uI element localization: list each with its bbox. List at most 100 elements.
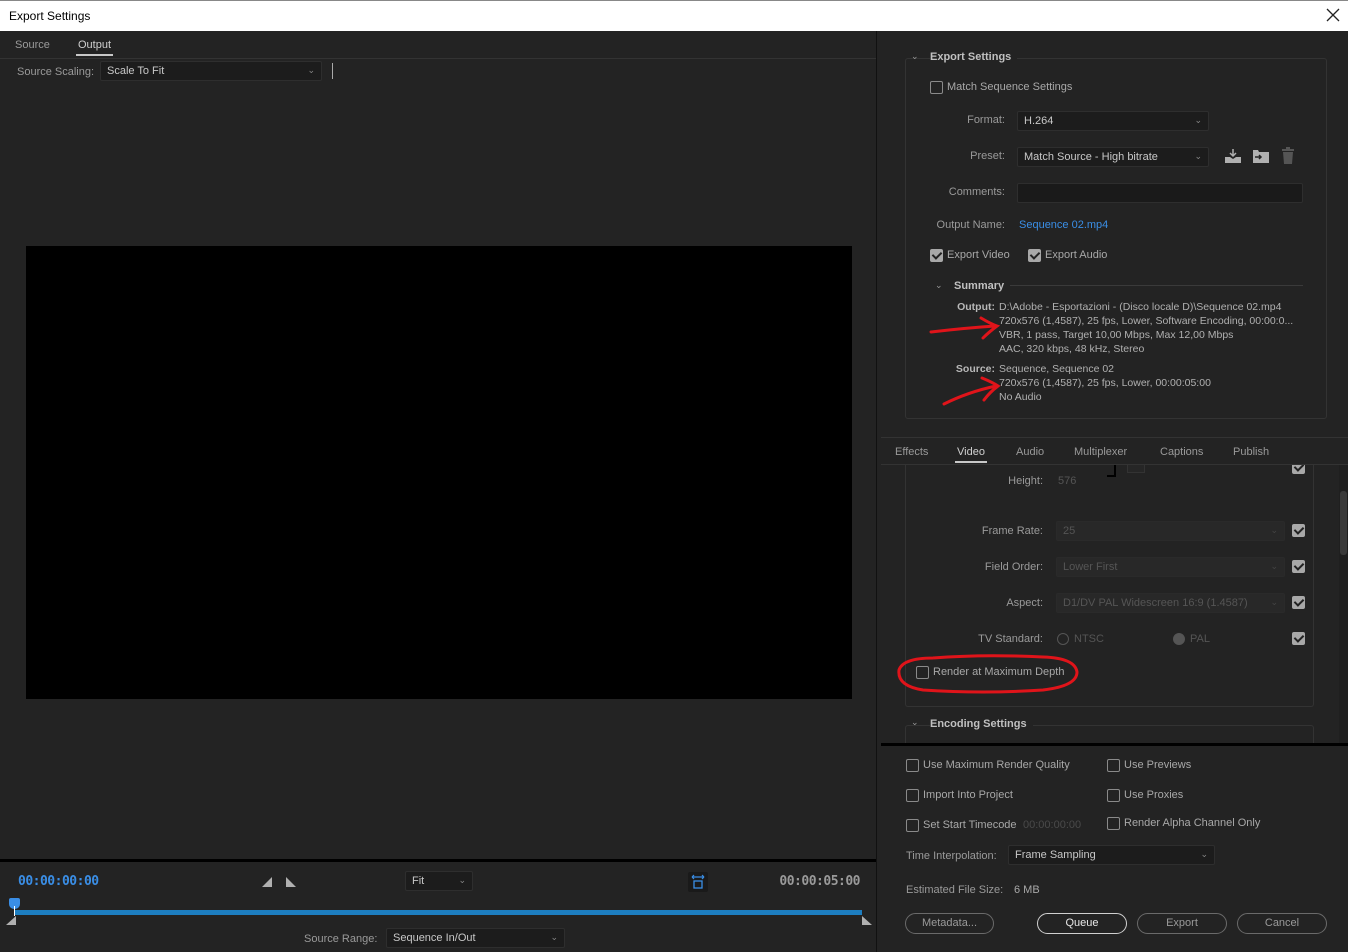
tab-multiplexer[interactable]: Multiplexer (1074, 446, 1127, 458)
time-interpolation-label: Time Interpolation: (906, 850, 997, 862)
time-interpolation-dropdown[interactable]: Frame Sampling ⌄ (1008, 845, 1215, 865)
output-name-link[interactable]: Sequence 02.mp4 (1019, 219, 1108, 231)
export-audio-checkbox[interactable] (1028, 249, 1041, 262)
aspect-value: D1/DV PAL Widescreen 16:9 (1.4587) (1063, 597, 1248, 609)
summary-output-line: 720x576 (1,4587), 25 fps, Lower, Softwar… (999, 315, 1294, 327)
comments-input[interactable] (1017, 183, 1303, 203)
chevron-down-icon: ⌄ (1194, 151, 1202, 161)
summary-divider (1001, 285, 1303, 286)
mark-out-icon[interactable] (286, 877, 296, 887)
link-dimensions-icon[interactable] (1127, 465, 1145, 473)
collapse-chevron-icon[interactable]: ⌄ (911, 51, 919, 62)
tab-effects[interactable]: Effects (895, 446, 928, 458)
source-range-dropdown[interactable]: Sequence In/Out ⌄ (386, 928, 565, 948)
field-order-dropdown[interactable]: Lower First ⌄ (1056, 557, 1285, 577)
zoom-value: Fit (412, 875, 425, 887)
summary-chevron-icon[interactable]: ⌄ (935, 280, 943, 291)
use-proxies-label[interactable]: Use Proxies (1124, 789, 1183, 801)
use-proxies-checkbox[interactable] (1107, 789, 1120, 802)
fit-to-frame-icon[interactable] (688, 872, 708, 892)
tab-captions[interactable]: Captions (1160, 446, 1203, 458)
import-into-project-label[interactable]: Import Into Project (923, 789, 1013, 801)
summary-source-line: Sequence, Sequence 02 (999, 363, 1115, 375)
render-alpha-only-label[interactable]: Render Alpha Channel Only (1124, 817, 1260, 829)
preset-dropdown[interactable]: Match Source - High bitrate ⌄ (1017, 147, 1209, 167)
playhead-line (14, 906, 15, 916)
aspect-auto-checkbox[interactable] (1292, 596, 1305, 609)
tab-audio[interactable]: Audio (1016, 446, 1044, 458)
mark-in-icon[interactable] (262, 877, 272, 887)
aspect-dropdown[interactable]: D1/DV PAL Widescreen 16:9 (1.4587) ⌄ (1056, 593, 1285, 613)
queue-button[interactable]: Queue (1037, 913, 1127, 934)
pal-label[interactable]: PAL (1190, 633, 1210, 645)
chevron-down-icon: ⌄ (1270, 561, 1278, 571)
comments-label: Comments: (948, 186, 1005, 198)
video-scrollbar[interactable] (1339, 465, 1348, 743)
cancel-button[interactable]: Cancel (1237, 913, 1327, 934)
frame-rate-dropdown[interactable]: 25 ⌄ (1056, 521, 1285, 541)
current-timecode[interactable]: 00:00:00:00 (18, 874, 99, 889)
chevron-down-icon: ⌄ (1270, 597, 1278, 607)
tab-publish[interactable]: Publish (1233, 446, 1269, 458)
max-render-quality-checkbox[interactable] (906, 759, 919, 772)
summary-header[interactable]: Summary (954, 280, 1011, 292)
ntsc-label[interactable]: NTSC (1074, 633, 1104, 645)
summary-output-key: Output: (957, 301, 995, 313)
metadata-button[interactable]: Metadata... (905, 913, 994, 934)
timeline-track[interactable] (14, 910, 862, 915)
width-auto-checkbox[interactable] (1292, 465, 1305, 474)
render-alpha-only-checkbox[interactable] (1107, 817, 1120, 830)
summary-source-line: 720x576 (1,4587), 25 fps, Lower, 00:00:0… (999, 377, 1211, 389)
render-max-depth-checkbox[interactable] (916, 666, 929, 679)
match-sequence-label[interactable]: Match Sequence Settings (947, 81, 1072, 93)
output-name-label: Output Name: (936, 219, 1005, 231)
ntsc-radio[interactable] (1057, 633, 1069, 645)
summary-output-line: VBR, 1 pass, Target 10,00 Mbps, Max 12,0… (999, 329, 1234, 341)
preview-panel: Source Output Source Scaling: Scale To F… (0, 31, 877, 952)
source-scaling-dropdown[interactable]: Scale To Fit ⌄ (100, 61, 322, 81)
use-previews-label[interactable]: Use Previews (1124, 759, 1191, 771)
tab-video[interactable]: Video (955, 446, 987, 463)
window-title: Export Settings (9, 9, 91, 23)
text-cursor (332, 63, 333, 79)
export-audio-label[interactable]: Export Audio (1045, 249, 1107, 261)
pal-radio[interactable] (1173, 633, 1185, 645)
close-icon[interactable] (1324, 6, 1342, 24)
match-sequence-checkbox[interactable] (930, 81, 943, 94)
aspect-label: Aspect: (1006, 597, 1043, 609)
frame-rate-label: Frame Rate: (981, 525, 1043, 537)
export-options: Use Maximum Render Quality Use Previews … (881, 743, 1348, 952)
source-scaling-label: Source Scaling: (17, 66, 95, 78)
tab-output[interactable]: Output (75, 39, 114, 56)
delete-preset-icon[interactable] (1280, 147, 1296, 165)
max-render-quality-label[interactable]: Use Maximum Render Quality (923, 759, 1070, 771)
export-video-checkbox[interactable] (930, 249, 943, 262)
import-preset-icon[interactable] (1252, 148, 1270, 164)
export-video-label[interactable]: Export Video (947, 249, 1010, 261)
import-into-project-checkbox[interactable] (906, 789, 919, 802)
encoding-chevron-icon[interactable]: ⌄ (911, 717, 919, 728)
tab-source[interactable]: Source (15, 39, 50, 51)
export-button[interactable]: Export (1137, 913, 1227, 934)
in-point-handle[interactable] (6, 916, 16, 925)
time-interpolation-value: Frame Sampling (1015, 849, 1096, 861)
field-order-auto-checkbox[interactable] (1292, 560, 1305, 573)
use-previews-checkbox[interactable] (1107, 759, 1120, 772)
format-value: H.264 (1024, 115, 1054, 127)
summary-source-line: No Audio (999, 391, 1042, 403)
tv-standard-auto-checkbox[interactable] (1292, 632, 1305, 645)
set-start-timecode-label[interactable]: Set Start Timecode (923, 819, 1017, 831)
frame-rate-auto-checkbox[interactable] (1292, 524, 1305, 537)
summary-output-line: D:\Adobe - Esportazioni - (Disco locale … (999, 301, 1282, 313)
save-preset-icon[interactable] (1224, 148, 1242, 164)
export-settings-header[interactable]: Export Settings (930, 51, 1018, 63)
height-value[interactable]: 576 (1058, 475, 1076, 487)
render-max-depth-label[interactable]: Render at Maximum Depth (933, 666, 1064, 678)
out-point-handle[interactable] (862, 916, 872, 925)
set-start-timecode-checkbox[interactable] (906, 819, 919, 832)
format-dropdown[interactable]: H.264 ⌄ (1017, 111, 1209, 131)
start-timecode-value[interactable]: 00:00:00:00 (1023, 819, 1081, 831)
zoom-dropdown[interactable]: Fit ⌄ (405, 871, 473, 891)
encoding-settings-header[interactable]: Encoding Settings (930, 718, 1033, 730)
scrollbar-thumb[interactable] (1340, 491, 1347, 555)
